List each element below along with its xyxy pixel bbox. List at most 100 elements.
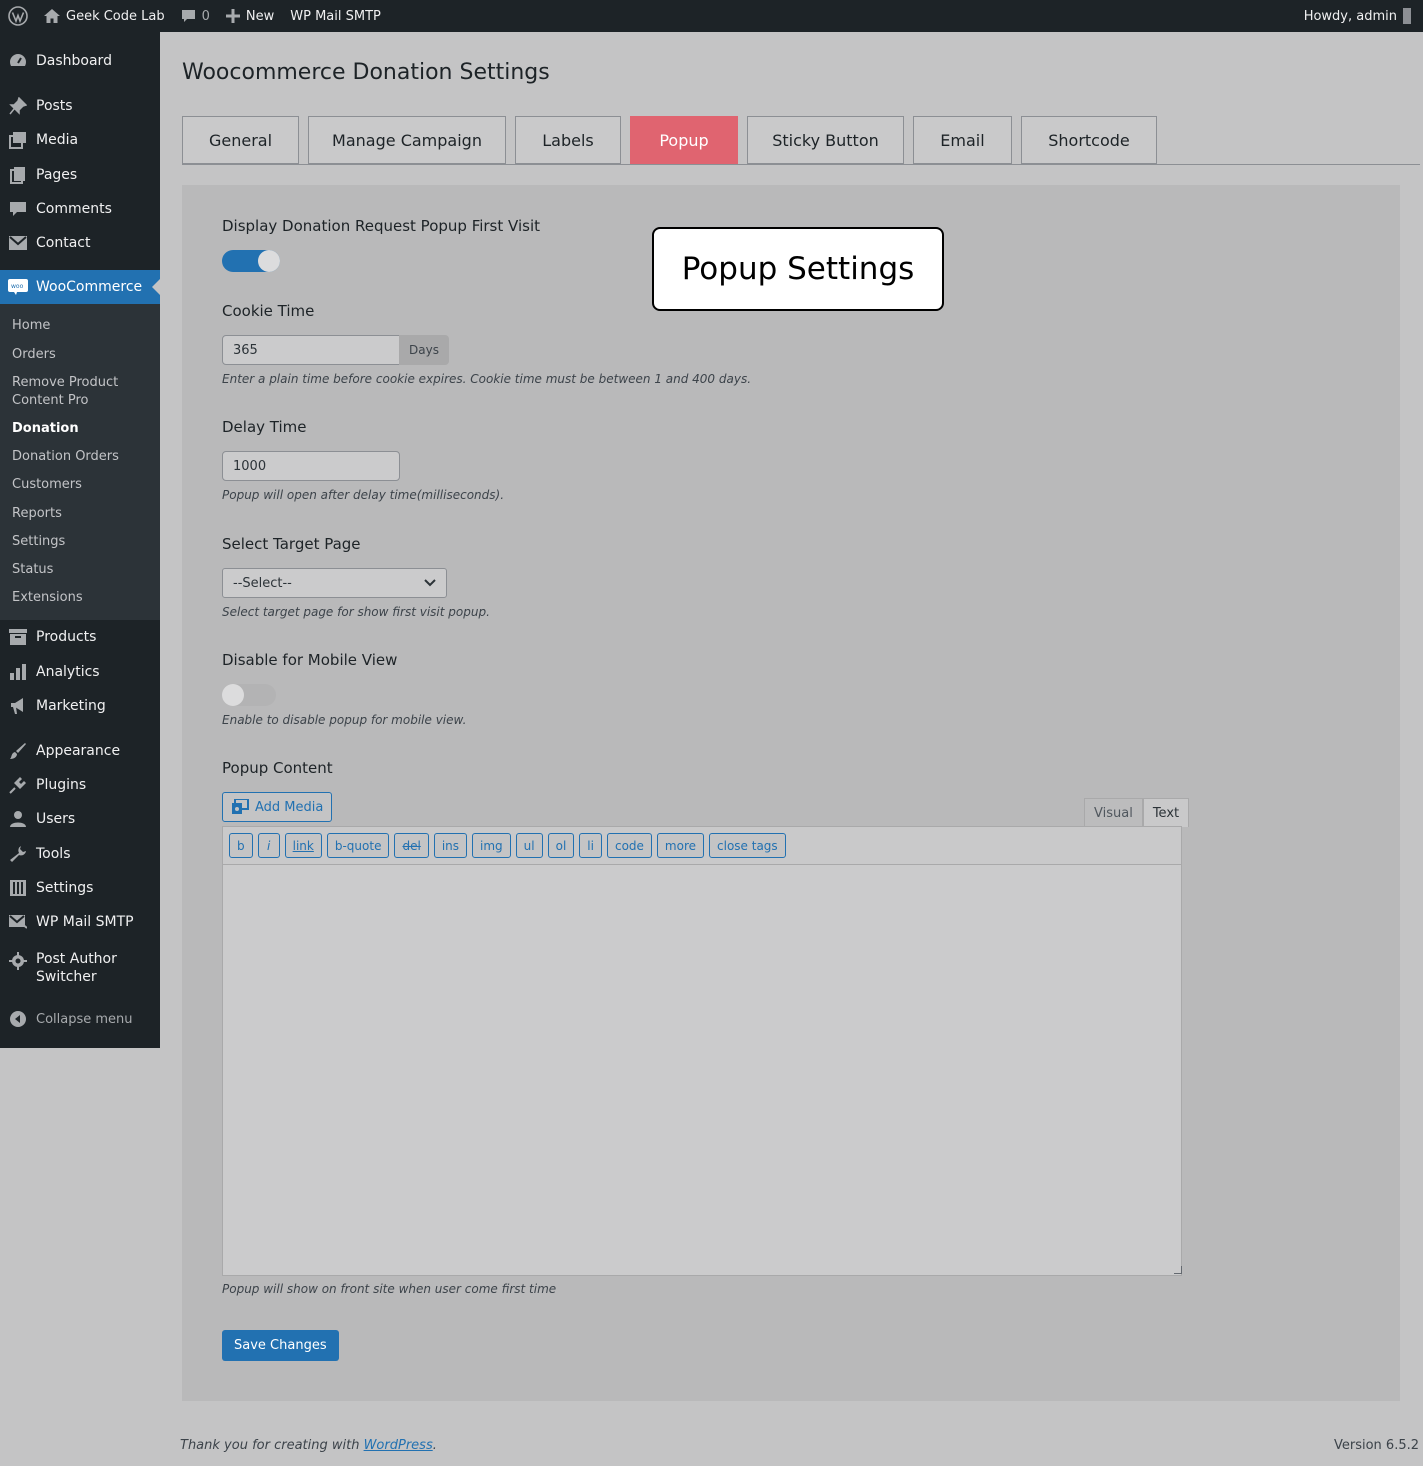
sidebar-item-analytics[interactable]: Analytics: [0, 655, 160, 689]
chevron-down-icon: [424, 576, 436, 591]
tab-popup[interactable]: Popup: [630, 116, 738, 164]
sidebar-item-label: Appearance: [36, 743, 121, 759]
popup-content-description: Popup will show on front site when user …: [222, 1282, 557, 1296]
delay-time-description: Popup will open after delay time(millise…: [222, 488, 505, 502]
comments-count: 0: [201, 8, 210, 24]
tab-sticky-button[interactable]: Sticky Button: [747, 116, 904, 164]
sidebar-item-tools[interactable]: Tools: [0, 837, 160, 871]
submenu-item-extensions[interactable]: Extensions: [12, 589, 83, 607]
submenu-item-remove-product-content-pro[interactable]: Remove Product Content Pro: [12, 374, 118, 410]
submenu-item-orders[interactable]: Orders: [12, 346, 56, 364]
comment-icon: [0, 200, 36, 218]
pages-icon: [0, 166, 36, 184]
new-label: New: [245, 8, 275, 24]
tab-manage-campaign[interactable]: Manage Campaign: [308, 116, 506, 164]
main-content: Woocommerce Donation Settings General Ma…: [160, 32, 1423, 1466]
submenu-item-reports[interactable]: Reports: [12, 505, 62, 523]
toggle-knob: [222, 684, 244, 706]
sidebar-item-posts[interactable]: Posts: [0, 89, 160, 123]
sidebar-item-label: Pages: [36, 167, 78, 183]
site-name: Geek Code Lab: [66, 8, 165, 24]
sidebar-item-post-author-switcher[interactable]: Post Author Switcher: [0, 950, 160, 1002]
tab-divider: [182, 164, 1420, 165]
sidebar-item-label-line: Post Author: [36, 951, 117, 967]
disable-mobile-toggle[interactable]: [222, 684, 276, 706]
sidebar-item-woocommerce[interactable]: woo WooCommerce: [0, 270, 160, 304]
target-page-select[interactable]: --Select--: [222, 568, 447, 598]
tab-shortcode[interactable]: Shortcode: [1021, 116, 1157, 164]
submenu-item-donation-orders[interactable]: Donation Orders: [12, 448, 119, 466]
quicktag-img-button[interactable]: img: [472, 833, 511, 858]
save-changes-button[interactable]: Save Changes: [222, 1330, 339, 1361]
quicktag-link-button[interactable]: link: [284, 833, 322, 858]
add-media-button[interactable]: Add Media: [222, 792, 333, 822]
sidebar-item-label: Media: [36, 132, 79, 148]
quicktag-code-button[interactable]: code: [606, 833, 652, 858]
quicktag-more-button[interactable]: more: [656, 833, 705, 858]
admin-bar: Geek Code Lab 0 New WP Mail SMTP Howdy, …: [0, 0, 1423, 32]
wordpress-logo-icon[interactable]: [0, 0, 36, 32]
display-popup-toggle[interactable]: [222, 250, 280, 272]
tab-email[interactable]: Email: [913, 116, 1012, 164]
sidebar-item-media[interactable]: Media: [0, 123, 160, 157]
my-account-link[interactable]: Howdy, admin: [1296, 0, 1423, 32]
editor-tab-visual[interactable]: Visual: [1084, 798, 1143, 827]
sidebar-item-wp-mail-smtp[interactable]: WP Mail SMTP: [0, 905, 160, 939]
sidebar-item-marketing[interactable]: Marketing: [0, 689, 160, 723]
cookie-time-label: Cookie Time: [222, 302, 315, 320]
display-popup-label: Display Donation Request Popup First Vis…: [222, 217, 540, 235]
sidebar-item-label: Post Author Switcher: [36, 950, 117, 986]
sidebar-item-dashboard[interactable]: Dashboard: [0, 44, 160, 78]
archive-icon: [0, 629, 36, 645]
sidebar-item-label: WP Mail SMTP: [36, 914, 134, 930]
tab-general[interactable]: General: [182, 116, 299, 164]
sidebar-item-comments[interactable]: Comments: [0, 192, 160, 226]
quicktag-ins-button[interactable]: ins: [433, 833, 468, 858]
wordpress-link[interactable]: WordPress: [364, 1438, 433, 1453]
sidebar-item-contact[interactable]: Contact: [0, 226, 160, 260]
submenu-item-customers[interactable]: Customers: [12, 476, 82, 494]
tab-labels[interactable]: Labels: [515, 116, 621, 164]
footer-thanks-prefix: Thank you for creating with: [180, 1438, 364, 1453]
mail-send-icon: [0, 915, 36, 929]
sidebar-item-appearance[interactable]: Appearance: [0, 734, 160, 768]
sidebar-item-users[interactable]: Users: [0, 802, 160, 836]
sidebar-item-products[interactable]: Products: [0, 620, 160, 654]
submenu-item-donation[interactable]: Donation: [12, 420, 79, 438]
editor-tab-text[interactable]: Text: [1142, 798, 1190, 827]
sidebar-item-settings[interactable]: Settings: [0, 871, 160, 905]
quicktag-italic-button[interactable]: i: [257, 833, 280, 858]
quicktag-close-tags-button[interactable]: close tags: [709, 833, 786, 858]
svg-text:woo: woo: [11, 283, 24, 290]
quicktag-ol-button[interactable]: ol: [547, 833, 575, 858]
quicktag-blockquote-button[interactable]: b-quote: [326, 833, 390, 858]
popup-content-label: Popup Content: [222, 759, 333, 777]
submenu-item-home[interactable]: Home: [12, 317, 50, 335]
user-icon: [0, 810, 36, 828]
quicktag-del-button[interactable]: del: [394, 833, 429, 858]
sidebar-item-plugins[interactable]: Plugins: [0, 768, 160, 802]
home-icon: [44, 9, 60, 23]
cookie-time-input[interactable]: 365: [222, 335, 400, 365]
new-content-link[interactable]: New: [218, 0, 282, 32]
collapse-icon: [0, 1011, 36, 1027]
delay-time-input[interactable]: 1000: [222, 451, 400, 481]
wp-mail-smtp-link[interactable]: WP Mail SMTP: [282, 0, 389, 32]
quicktag-bold-button[interactable]: b: [229, 833, 253, 858]
collapse-menu-button[interactable]: Collapse menu: [0, 1002, 160, 1036]
quicktag-ul-button[interactable]: ul: [515, 833, 543, 858]
submenu-item-settings[interactable]: Settings: [12, 533, 65, 551]
avatar: [1403, 8, 1411, 24]
sidebar-item-label: Settings: [36, 880, 94, 896]
popup-content-textarea[interactable]: [222, 864, 1182, 1276]
quicktag-li-button[interactable]: li: [579, 833, 602, 858]
target-page-selected: --Select--: [233, 575, 292, 591]
sidebar-item-pages[interactable]: Pages: [0, 158, 160, 192]
comment-icon: [181, 9, 196, 24]
resize-handle-icon[interactable]: [1174, 1266, 1182, 1274]
site-name-link[interactable]: Geek Code Lab: [36, 0, 173, 32]
megaphone-icon: [0, 697, 36, 715]
comments-link[interactable]: 0: [173, 0, 218, 32]
submenu-item-status[interactable]: Status: [12, 561, 53, 579]
target-page-label: Select Target Page: [222, 535, 361, 553]
